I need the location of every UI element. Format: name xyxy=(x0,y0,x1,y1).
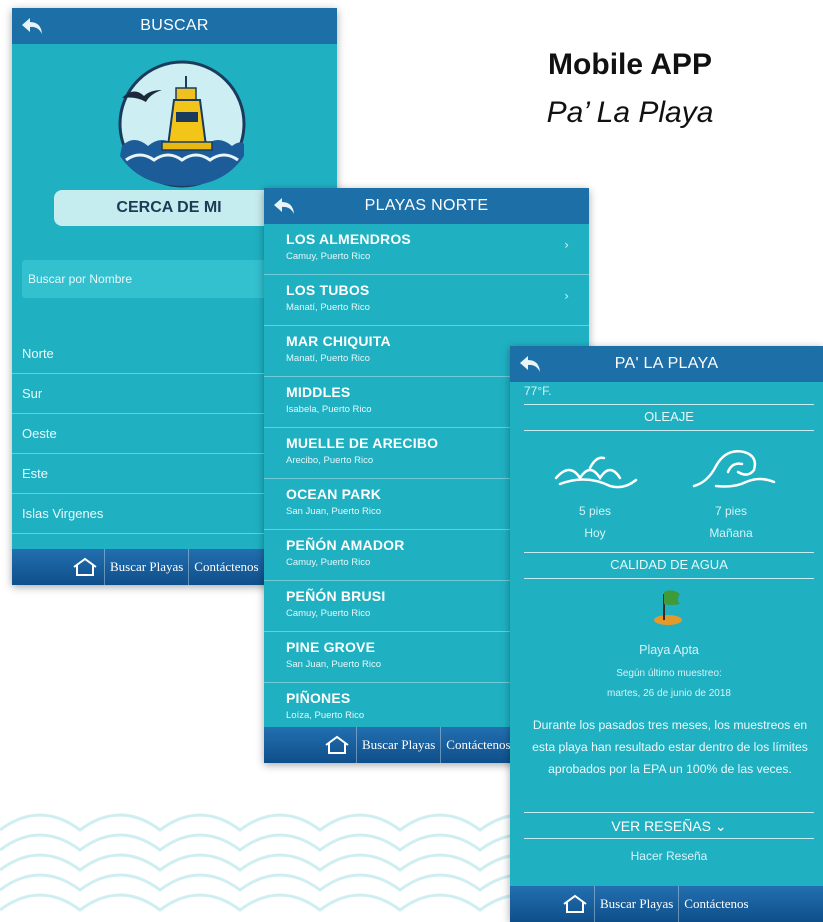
water-quality-section-title: CALIDAD DE AGUA xyxy=(610,557,728,572)
beach-list-item[interactable]: LOS ALMENDROS Camuy, Puerto Rico › xyxy=(264,224,589,275)
chevron-right-icon: › xyxy=(564,289,569,303)
beach-location: Camuy, Puerto Rico xyxy=(286,557,371,568)
green-flag-icon xyxy=(654,590,682,625)
tab-buscar-playas[interactable]: Buscar Playas xyxy=(595,896,678,912)
app-heading: Mobile APP Pa’ La Playa xyxy=(490,48,770,130)
big-wave-icon xyxy=(692,450,776,488)
heading-title: Mobile APP xyxy=(548,48,712,81)
tomorrow-label: Mañana xyxy=(709,526,753,540)
tab-contactenos[interactable]: Contáctenos xyxy=(679,896,753,912)
search-input[interactable]: Buscar por Nombre x xyxy=(22,260,292,298)
sampling-label: Según último muestreo: xyxy=(616,668,722,679)
beach-name: MUELLE DE ARECIBO xyxy=(286,435,439,451)
chevron-right-icon: › xyxy=(564,238,569,252)
view-reviews-toggle[interactable]: VER RESEÑAS ⌄ xyxy=(524,818,814,835)
beach-list-item[interactable]: LOS TUBOS Manatí, Puerto Rico › xyxy=(264,275,589,326)
beach-name: PEÑÓN BRUSI xyxy=(286,588,386,604)
back-arrow-icon[interactable] xyxy=(272,195,296,217)
divider xyxy=(524,430,814,431)
divider xyxy=(524,838,814,839)
sampling-date: martes, 26 de junio de 2018 xyxy=(607,688,731,699)
tab-buscar-playas[interactable]: Buscar Playas xyxy=(357,737,440,753)
divider xyxy=(524,404,814,405)
heading-subtitle: Pa’ La Playa xyxy=(546,96,714,129)
water-status: Playa Apta xyxy=(639,643,699,657)
beach-name: LOS TUBOS xyxy=(286,282,370,298)
home-icon[interactable] xyxy=(562,894,588,914)
beach-name: LOS ALMENDROS xyxy=(286,231,411,247)
today-label: Hoy xyxy=(584,526,606,540)
beach-name: PIÑONES xyxy=(286,690,351,706)
back-arrow-icon[interactable] xyxy=(20,15,44,37)
beach-location: San Juan, Puerto Rico xyxy=(286,659,382,670)
beach-location: Arecibo, Puerto Rico xyxy=(286,455,374,466)
beach-name: MIDDLES xyxy=(286,384,351,400)
home-icon[interactable] xyxy=(72,557,98,577)
beach-location: Manatí, Puerto Rico xyxy=(286,353,370,364)
tab-contactenos[interactable]: Contáctenos xyxy=(189,559,263,575)
screen-title: PLAYAS NORTE xyxy=(364,197,489,214)
today-wave-height: 5 pies xyxy=(578,504,612,518)
beach-location: Camuy, Puerto Rico xyxy=(286,251,371,262)
tab-contactenos[interactable]: Contáctenos xyxy=(441,737,515,753)
nearby-button[interactable]: CERCA DE MI xyxy=(54,190,284,226)
tomorrow-wave-height: 7 pies xyxy=(714,504,748,518)
search-screen-header: BUSCAR xyxy=(12,8,337,44)
screen-title: PA' LA PLAYA xyxy=(614,355,719,372)
beach-location: Camuy, Puerto Rico xyxy=(286,608,371,619)
beach-location: Loíza, Puerto Rico xyxy=(286,710,365,721)
beach-name: PINE GROVE xyxy=(286,639,376,655)
write-review-link[interactable]: Hacer Reseña xyxy=(524,849,814,863)
background-waves xyxy=(0,813,560,912)
back-arrow-icon[interactable] xyxy=(518,353,542,375)
divider xyxy=(524,578,814,579)
waves-section-title: OLEAJE xyxy=(644,409,694,424)
search-placeholder: Buscar por Nombre xyxy=(28,272,133,286)
beach-location: Isabela, Puerto Rico xyxy=(286,404,372,415)
tab-buscar-playas[interactable]: Buscar Playas xyxy=(105,559,188,575)
beach-name: PEÑÓN AMADOR xyxy=(286,537,405,553)
home-icon[interactable] xyxy=(324,735,350,755)
beach-location: Manatí, Puerto Rico xyxy=(286,302,370,313)
beach-detail-header: PA' LA PLAYA xyxy=(510,346,823,382)
screen-title: BUSCAR xyxy=(140,17,209,34)
beach-name: MAR CHIQUITA xyxy=(286,333,391,349)
bottom-tab-bar: Buscar Playas Contáctenos xyxy=(510,886,823,922)
beach-name: OCEAN PARK xyxy=(286,486,382,502)
divider xyxy=(524,552,814,553)
beach-detail-screen: PA' LA PLAYA 77°F. OLEAJE 5 pies Hoy 7 p… xyxy=(510,346,823,922)
water-quality-description: Durante los pasados tres meses, los mues… xyxy=(532,718,808,776)
beach-location: San Juan, Puerto Rico xyxy=(286,506,382,517)
buoy-logo-icon xyxy=(118,60,246,188)
beach-list-header: PLAYAS NORTE xyxy=(264,188,589,224)
divider xyxy=(524,812,814,813)
temperature-value: 77°F. xyxy=(524,384,552,398)
calm-wave-icon xyxy=(554,456,638,489)
